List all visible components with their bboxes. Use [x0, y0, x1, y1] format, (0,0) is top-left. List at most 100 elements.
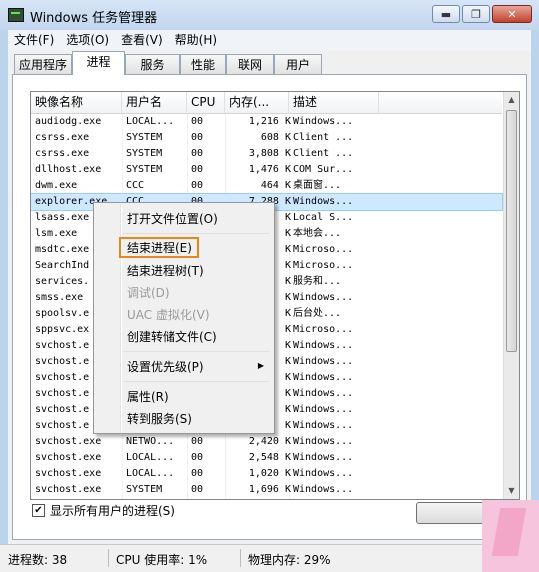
- maximize-button[interactable]: ❐: [462, 5, 490, 23]
- process-memory: 2,548 K: [248, 452, 291, 463]
- process-memory: 1,696 K: [248, 484, 291, 495]
- process-description: Windows...: [293, 196, 354, 207]
- process-user: LOCAL...: [126, 452, 175, 463]
- menu-file[interactable]: 文件(F): [8, 30, 60, 50]
- process-name: audiodg.exe: [35, 116, 102, 127]
- process-cpu: 00: [191, 164, 204, 175]
- process-description: 服务和...: [293, 276, 342, 287]
- process-description: Windows...: [293, 468, 354, 479]
- scroll-thumb[interactable]: [506, 110, 517, 352]
- process-description: Windows...: [293, 420, 354, 431]
- show-all-users-label: 显示所有用户的进程(S): [50, 504, 175, 518]
- menu-separator: [123, 233, 269, 234]
- process-description: Windows...: [293, 484, 354, 495]
- process-name: svchost.exe: [35, 436, 102, 447]
- table-row[interactable]: svchost.exe LOCAL... 00 1,020 K Windows...: [31, 466, 502, 482]
- process-user: SYSTEM: [126, 484, 163, 495]
- process-cpu: 00: [191, 452, 204, 463]
- show-all-users-checkbox[interactable]: ✔ 显示所有用户的进程(S): [32, 502, 175, 519]
- process-user: SYSTEM: [126, 164, 163, 175]
- close-button[interactable]: ✕: [492, 5, 532, 23]
- process-description: 本地会...: [293, 228, 342, 239]
- corner-watermark: [482, 500, 539, 572]
- minimize-button[interactable]: ▬: [432, 5, 460, 23]
- menu-uac-virtualization: UAC 虚拟化(V): [127, 308, 210, 322]
- scroll-up-arrow-icon[interactable]: ▲: [504, 92, 519, 108]
- process-name: svchost.exe: [35, 452, 102, 463]
- process-memory: 1,476 K: [248, 164, 291, 175]
- table-row[interactable]: svchost.exe SYSTEM 00 1,696 K Windows...: [31, 482, 502, 498]
- table-row[interactable]: dllhost.exe SYSTEM 00 1,476 K COM Sur...: [31, 162, 502, 178]
- process-description: 后台处...: [293, 308, 342, 319]
- process-cpu: 00: [191, 484, 204, 495]
- process-name: svchost.exe: [35, 484, 102, 495]
- menu-create-dump-file[interactable]: 创建转储文件(C): [127, 327, 217, 347]
- process-description: Windows...: [293, 436, 354, 447]
- process-description: Client ...: [293, 132, 354, 143]
- table-row[interactable]: csrss.exe SYSTEM 00 3,808 K Client ...: [31, 146, 502, 162]
- process-user: LOCAL...: [126, 468, 175, 479]
- process-description: Windows...: [293, 452, 354, 463]
- process-name: csrss.exe: [35, 132, 90, 143]
- process-description: Windows...: [293, 116, 354, 127]
- process-name: csrss.exe: [35, 148, 90, 159]
- status-process-count: 进程数: 38: [8, 553, 68, 567]
- menu-help[interactable]: 帮助(H): [169, 30, 223, 50]
- process-cpu: 00: [191, 116, 204, 127]
- menu-end-process-tree[interactable]: 结束进程树(T): [127, 261, 204, 281]
- window-title: Windows 任务管理器: [30, 11, 158, 26]
- table-row[interactable]: audiodg.exe LOCAL... 00 1,216 K Windows...: [31, 114, 502, 130]
- process-memory: 608 K: [260, 132, 291, 143]
- column-memory[interactable]: 内存(...: [225, 92, 289, 113]
- menu-options[interactable]: 选项(O): [60, 30, 115, 50]
- tab-services[interactable]: 服务: [125, 54, 180, 74]
- menu-bar: 文件(F) 选项(O) 查看(V) 帮助(H): [8, 30, 531, 50]
- checkbox-checked-icon[interactable]: ✔: [32, 504, 45, 517]
- table-row[interactable]: svchost.exe LOCAL... 00 2,548 K Windows...: [31, 450, 502, 466]
- process-description: Windows...: [293, 356, 354, 367]
- table-row[interactable]: svchost.exe NETWO... 00 2,420 K Windows...: [31, 434, 502, 450]
- tab-users[interactable]: 用户: [274, 54, 322, 74]
- tab-applications[interactable]: 应用程序: [14, 54, 72, 74]
- process-description: Client ...: [293, 148, 354, 159]
- process-description: Windows...: [293, 388, 354, 399]
- tab-performance[interactable]: 性能: [180, 54, 226, 74]
- table-row[interactable]: csrss.exe SYSTEM 00 608 K Client ...: [31, 130, 502, 146]
- column-description[interactable]: 描述: [289, 92, 379, 113]
- process-memory: 3,808 K: [248, 148, 291, 159]
- title-bar[interactable]: Windows 任务管理器 ▬ ❐ ✕: [0, 0, 539, 30]
- status-cpu-usage: CPU 使用率: 1%: [116, 553, 208, 567]
- menu-properties[interactable]: 属性(R): [127, 387, 169, 407]
- vertical-scrollbar[interactable]: ▲ ▼: [503, 92, 519, 499]
- context-menu: 打开文件位置(O) 结束进程(E) 结束进程树(T) 调试(D) UAC 虚拟化…: [93, 202, 275, 434]
- menu-view[interactable]: 查看(V): [115, 30, 169, 50]
- process-description: Windows...: [293, 340, 354, 351]
- process-cpu: 00: [191, 436, 204, 447]
- status-divider: [240, 549, 241, 567]
- process-cpu: 00: [191, 180, 204, 191]
- column-image-name[interactable]: 映像名称: [31, 92, 122, 113]
- process-cpu: 00: [191, 132, 204, 143]
- menu-separator: [123, 351, 269, 352]
- process-user: SYSTEM: [126, 148, 163, 159]
- process-user: LOCAL...: [126, 116, 175, 127]
- scroll-down-arrow-icon[interactable]: ▼: [504, 483, 519, 499]
- menu-open-file-location[interactable]: 打开文件位置(O): [127, 209, 218, 229]
- process-cpu: 00: [191, 148, 204, 159]
- process-description: Windows...: [293, 404, 354, 415]
- process-description: Windows...: [293, 292, 354, 303]
- column-cpu[interactable]: CPU: [187, 92, 225, 113]
- process-description: Microso...: [293, 260, 354, 271]
- table-row[interactable]: dwm.exe CCC 00 464 K 桌面窗...: [31, 178, 502, 194]
- process-user: NETWO...: [126, 436, 175, 447]
- process-cpu: 00: [191, 468, 204, 479]
- tab-networking[interactable]: 联网: [226, 54, 274, 74]
- task-manager-icon: [8, 8, 24, 22]
- menu-go-to-service[interactable]: 转到服务(S): [127, 409, 192, 429]
- tab-processes[interactable]: 进程: [72, 51, 125, 75]
- menu-set-priority[interactable]: 设置优先级(P): [127, 357, 204, 377]
- process-name: dllhost.exe: [35, 164, 102, 175]
- column-user-name[interactable]: 用户名: [122, 92, 187, 113]
- menu-debug: 调试(D): [127, 286, 170, 300]
- process-description: Microso...: [293, 324, 354, 335]
